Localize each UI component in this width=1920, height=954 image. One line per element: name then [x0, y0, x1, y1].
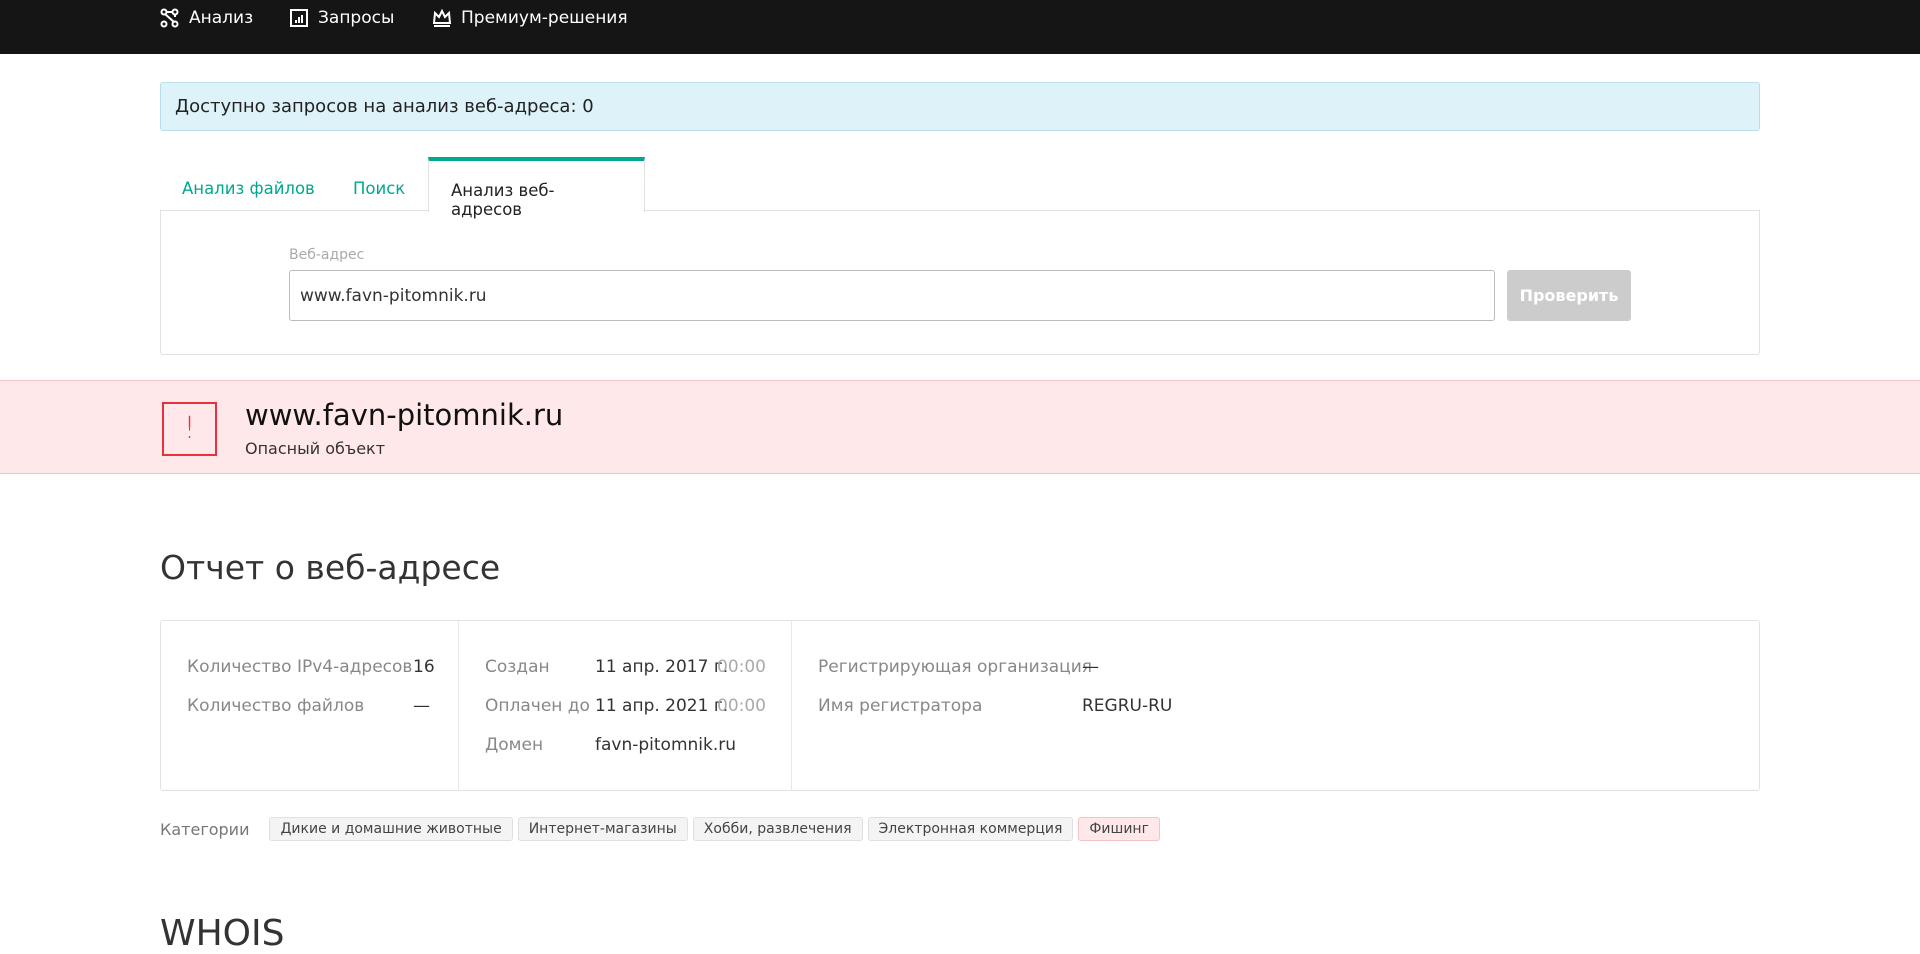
- files-value: —: [413, 696, 430, 716]
- report-column-registrar: Регистрирующая организация — Имя регистр…: [791, 621, 1759, 790]
- org-value: —: [1082, 657, 1099, 677]
- report-title: Отчет о веб-адресе: [160, 548, 501, 587]
- top-nav-bar: Анализ Запросы Премиум-решения: [0, 0, 1920, 54]
- categories-label: Категории: [160, 819, 250, 839]
- nav-label: Анализ: [189, 8, 254, 28]
- verdict-url: www.favn-pitomnik.ru: [245, 398, 564, 432]
- report-icon: [290, 9, 308, 27]
- domain-label: Домен: [485, 735, 544, 755]
- tab-search[interactable]: Поиск: [353, 157, 405, 212]
- org-label: Регистрирующая организация: [818, 657, 1093, 677]
- category-tag[interactable]: Хобби, развлечения: [692, 817, 863, 841]
- quota-info-banner: Доступно запросов на анализ веб-адреса: …: [160, 82, 1760, 131]
- paid-label: Оплачен до: [485, 696, 590, 716]
- warning-icon: !: [162, 402, 217, 456]
- url-field-label: Веб-адрес: [289, 247, 365, 263]
- report-summary: Количество IPv4-адресов 16 Количество фа…: [160, 620, 1760, 791]
- created-date: 11 апр. 2017 г.: [595, 657, 729, 677]
- category-tag[interactable]: Дикие и домашние животные: [269, 817, 513, 841]
- ipv4-label: Количество IPv4-адресов: [187, 657, 413, 677]
- check-button[interactable]: Проверить: [1507, 270, 1631, 321]
- nav-label: Запросы: [318, 8, 395, 28]
- crown-icon: [432, 8, 452, 27]
- tabs: Анализ файлов Поиск Анализ веб-адресов: [160, 157, 1760, 219]
- created-time: 00:00: [717, 657, 766, 677]
- url-form-panel: Веб-адрес Проверить: [160, 210, 1760, 355]
- verdict-banner: ! www.favn-pitomnik.ru Опасный объект: [0, 380, 1920, 474]
- nav-analysis[interactable]: Анализ: [160, 8, 253, 28]
- registrar-value: REGRU-RU: [1082, 696, 1173, 716]
- tab-url-analysis[interactable]: Анализ веб-адресов: [428, 157, 645, 219]
- nav-premium[interactable]: Премиум-решения: [432, 8, 628, 28]
- categories: Категории Дикие и домашние животные Инте…: [160, 817, 1160, 841]
- created-label: Создан: [485, 657, 550, 677]
- nav-requests[interactable]: Запросы: [289, 8, 394, 28]
- files-label: Количество файлов: [187, 696, 365, 716]
- paid-date: 11 апр. 2021 г.: [595, 696, 729, 716]
- category-tag-phishing[interactable]: Фишинг: [1078, 817, 1160, 841]
- graph-icon: [160, 8, 179, 28]
- report-column-counts: Количество IPv4-адресов 16 Количество фа…: [161, 621, 458, 790]
- ipv4-value: 16: [413, 657, 435, 677]
- verdict-status: Опасный объект: [245, 439, 386, 458]
- tab-file-analysis[interactable]: Анализ файлов: [182, 157, 315, 212]
- report-column-dates: Создан 11 апр. 2017 г. 00:00 Оплачен до …: [458, 621, 791, 790]
- paid-time: 00:00: [717, 696, 766, 716]
- nav-label: Премиум-решения: [461, 8, 628, 28]
- registrar-label: Имя регистратора: [818, 696, 983, 716]
- url-input[interactable]: [289, 270, 1495, 321]
- domain-value: favn-pitomnik.ru: [595, 735, 737, 755]
- whois-title: WHOIS: [160, 913, 285, 954]
- category-tag[interactable]: Интернет-магазины: [517, 817, 688, 841]
- category-tag[interactable]: Электронная коммерция: [867, 817, 1074, 841]
